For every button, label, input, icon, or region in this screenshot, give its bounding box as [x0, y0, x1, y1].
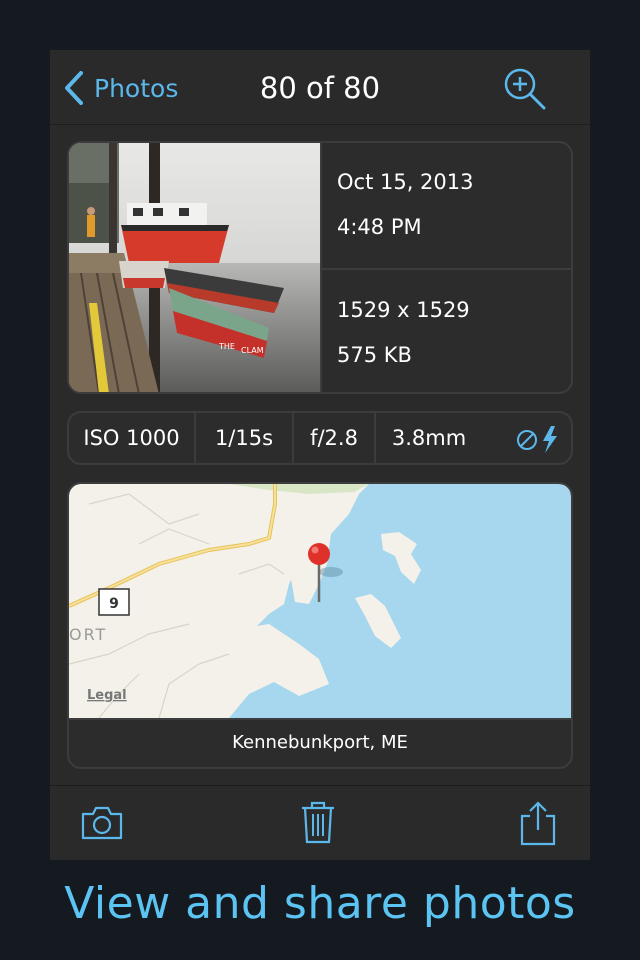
photo-date: Oct 15, 2013 — [337, 170, 474, 194]
map-town-label: ORT — [69, 625, 107, 644]
map-legal-link[interactable]: Legal — [87, 688, 127, 703]
back-button[interactable]: Photos — [64, 68, 178, 108]
location-map[interactable]: 9 ORT Legal — [69, 484, 571, 718]
app-window: Photos 80 of 80 THE CLAM Oct 15, 2013 4:… — [50, 50, 590, 860]
zoom-in-icon — [504, 68, 546, 110]
photo-time: 4:48 PM — [337, 215, 422, 239]
delete-button[interactable] — [298, 800, 338, 848]
exif-focal-length: 3.8mm — [391, 426, 467, 450]
bottom-toolbar — [50, 785, 590, 860]
photo-file-size: 575 KB — [337, 343, 412, 367]
zoom-button[interactable] — [502, 66, 548, 112]
boat-label-left: THE — [218, 342, 235, 351]
exif-shutter: 1/15s — [214, 426, 274, 450]
share-button[interactable] — [518, 800, 558, 850]
photo-thumbnail[interactable]: THE CLAM — [69, 143, 320, 394]
photo-dimensions: 1529 x 1529 — [337, 298, 470, 322]
photo-info-card: THE CLAM Oct 15, 2013 4:48 PM 1529 x 152… — [67, 141, 573, 394]
share-icon — [520, 801, 556, 846]
navigation-bar: Photos 80 of 80 — [50, 50, 590, 125]
camera-button[interactable] — [80, 800, 124, 848]
chevron-left-icon — [65, 71, 83, 105]
map-card: 9 ORT Legal Kennebunkport, ME — [67, 482, 573, 769]
marketing-tagline: View and share photos — [64, 878, 576, 929]
divider — [322, 268, 571, 270]
route-shield-number: 9 — [109, 596, 119, 612]
flash-off-icon — [517, 426, 557, 453]
exif-aperture: f/2.8 — [310, 426, 358, 450]
trash-icon — [302, 801, 334, 844]
camera-icon — [81, 806, 123, 840]
back-button-label: Photos — [94, 73, 179, 103]
exif-bar: ISO 1000 1/15s f/2.8 3.8mm — [67, 411, 573, 465]
exif-iso: ISO 1000 — [83, 426, 180, 450]
page-title: 80 of 80 — [259, 71, 381, 105]
boat-label-right: CLAM — [241, 346, 264, 355]
location-label: Kennebunkport, ME — [232, 732, 408, 753]
